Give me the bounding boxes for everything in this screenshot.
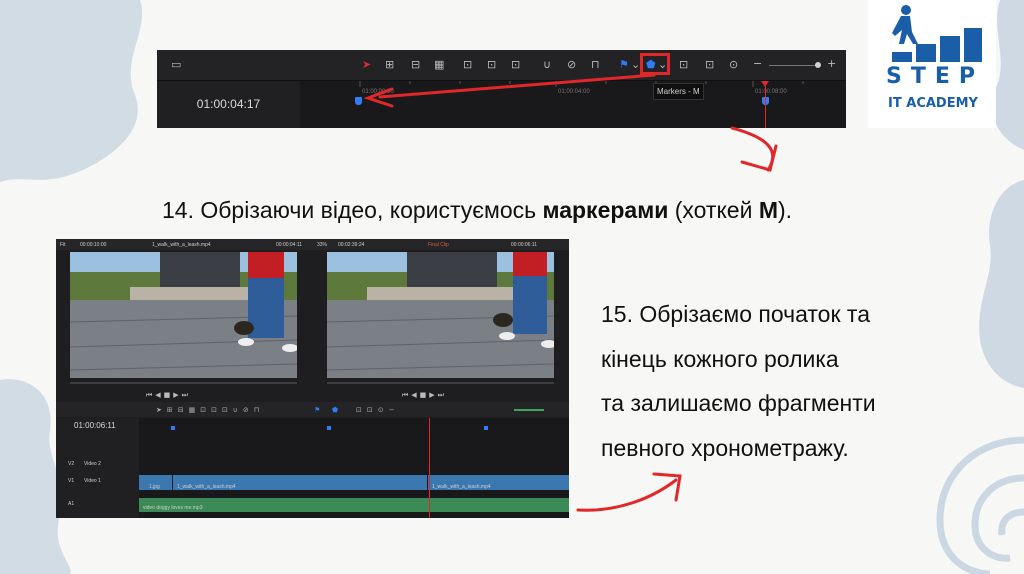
timeline-video-frame bbox=[327, 252, 554, 378]
caption-14-text: 14. Обрізаючи відео, користуємось bbox=[162, 197, 543, 223]
playhead-head[interactable] bbox=[761, 81, 769, 87]
timeline-ruler[interactable]: 01:00:00:00 01:00:04:00 01:00:08:00 bbox=[300, 81, 846, 128]
audio-clip-name: video doggy loves me.mp3 bbox=[143, 505, 203, 511]
swirl-bottom-right bbox=[936, 436, 1024, 574]
lock-icon[interactable]: ⊓ bbox=[591, 58, 600, 72]
track-a1-label: A1 bbox=[68, 501, 75, 507]
video-clip-2[interactable]: 1_walk_with_a_leash.mp4 bbox=[173, 475, 427, 490]
caption-step-14: 14. Обрізаючи відео, користуємось маркер… bbox=[162, 197, 792, 224]
step-it-academy-logo: STEP IT ACADEMY bbox=[868, 0, 996, 128]
timeline-marker[interactable] bbox=[171, 426, 175, 430]
timeline-marker[interactable] bbox=[484, 426, 488, 430]
audio-clip[interactable]: video doggy loves me.mp3 bbox=[139, 498, 569, 512]
zoom-icons[interactable]: ⊡⊡⊙− bbox=[356, 403, 399, 417]
blob-top-left bbox=[0, 0, 143, 182]
flag-icon[interactable]: ⚑ bbox=[314, 403, 320, 417]
chevron-down-icon[interactable]: ⌄ bbox=[631, 58, 640, 72]
zoom-in-icon[interactable]: + bbox=[827, 57, 836, 71]
zoom-out-icon[interactable]: − bbox=[753, 57, 762, 71]
zoom-slider-handle[interactable] bbox=[815, 62, 821, 68]
timeline-scrubber[interactable] bbox=[327, 382, 554, 384]
track-v2-label: V2 bbox=[68, 461, 75, 467]
zoom-detail-icon[interactable]: ⊡ bbox=[705, 58, 714, 72]
caption-15-line: 15. Обрізаємо початок та bbox=[601, 301, 870, 327]
timeline-name[interactable]: Final Clip bbox=[428, 242, 449, 248]
viewer-header: Fit 00:00:10:00 1_walk_with_a_leash.mp4 … bbox=[56, 239, 569, 250]
edit-tools-icons[interactable]: ➤⊞⊟▦⊡⊡⊡∪⊘⊓ bbox=[156, 403, 264, 417]
caption-15-line: певного хронометражу. bbox=[601, 434, 849, 461]
resolve-toolbar-screenshot: ▭ ➤ ⊞ ⊟ ▦ ⊡ ⊡ ⊡ ∪ ⊘ ⊓ ⚑ ⌄ ⬟ ⌄ ⊡ ⊡ ⊙ − + … bbox=[157, 50, 846, 128]
insert-clip-icon[interactable]: ⊡ bbox=[463, 58, 472, 72]
caption-step-15: 15. Обрізаємо початок та кінець кожного … bbox=[601, 292, 876, 470]
source-zoom[interactable]: Fit bbox=[60, 242, 66, 248]
source-transport-controls[interactable]: ⏮◀■▶⏭ bbox=[146, 388, 191, 402]
caption-14-bold-markers: маркерами bbox=[542, 197, 669, 223]
timeline-tracks[interactable]: 1.jpg 1_walk_with_a_leash.mp4 1_walk_wit… bbox=[139, 418, 569, 518]
timeline-playhead[interactable] bbox=[429, 418, 430, 518]
timeline-zoom[interactable]: 33% bbox=[317, 242, 327, 248]
layout-icon[interactable]: ▭ bbox=[171, 58, 181, 72]
timeline-duration: 00:02:39:24 bbox=[338, 242, 365, 248]
toolbar-timecode: 01:00:04:17 bbox=[157, 81, 300, 128]
logo-academy-text: IT ACADEMY bbox=[888, 96, 978, 111]
caption-15-line: кінець кожного ролика bbox=[601, 345, 839, 372]
audio-meter bbox=[514, 409, 544, 411]
caption-15-line: та залишаємо фрагменти bbox=[601, 390, 876, 416]
video-clip-3[interactable]: 1_walk_with_a_leash.mp4 bbox=[428, 475, 569, 490]
logo-step-letters: STEP bbox=[886, 64, 982, 90]
blade-icon[interactable]: ▦ bbox=[434, 58, 444, 72]
resolve-editor-screenshot: Fit 00:00:10:00 1_walk_with_a_leash.mp4 … bbox=[56, 239, 569, 518]
caption-14-bold-key: М bbox=[758, 197, 778, 223]
blob-right bbox=[979, 180, 1024, 388]
logo-step-text: STEP bbox=[886, 64, 985, 89]
timeline-position: 00:00:06:11 bbox=[511, 242, 538, 248]
source-viewer[interactable] bbox=[70, 252, 297, 378]
snapping-icon[interactable]: ∪ bbox=[543, 58, 551, 72]
trim-edit-icon[interactable]: ⊞ bbox=[385, 58, 394, 72]
replace-clip-icon[interactable]: ⊡ bbox=[511, 58, 520, 72]
blob-top-right bbox=[991, 0, 1024, 150]
marker-icon[interactable]: ⬟ bbox=[332, 403, 338, 417]
dynamic-trim-icon[interactable]: ⊟ bbox=[411, 58, 420, 72]
video-clip-2-name: 1_walk_with_a_leash.mp4 bbox=[177, 484, 236, 490]
marker-highlight-box bbox=[640, 53, 670, 75]
markers-tooltip: Markers - M bbox=[653, 83, 704, 100]
source-scrubber[interactable] bbox=[70, 382, 297, 384]
playhead-line[interactable] bbox=[765, 81, 766, 128]
track-v2-name: Video 2 bbox=[84, 461, 101, 467]
source-timecode: 00:00:10:00 bbox=[80, 242, 107, 248]
overwrite-clip-icon[interactable]: ⊡ bbox=[487, 58, 496, 72]
timeline-viewer[interactable] bbox=[327, 252, 554, 378]
video-clip-1[interactable]: 1.jpg bbox=[139, 475, 172, 490]
caption-14-text: ). bbox=[778, 197, 793, 223]
source-video-frame bbox=[70, 252, 297, 378]
zoom-custom-icon[interactable]: ⊙ bbox=[729, 58, 738, 72]
timeline-marker[interactable] bbox=[327, 426, 331, 430]
video-clip-3-name: 1_walk_with_a_leash.mp4 bbox=[432, 484, 491, 490]
timeline-header: 01:00:06:11 V2 Video 2 V1 Video 1 A1 bbox=[56, 418, 139, 518]
source-position: 00:00:04:11 bbox=[276, 242, 303, 248]
track-v1-label: V1 bbox=[68, 478, 75, 484]
video-clip-1-name: 1.jpg bbox=[149, 484, 160, 490]
toolbar-row: ▭ ➤ ⊞ ⊟ ▦ ⊡ ⊡ ⊡ ∪ ⊘ ⊓ ⚑ ⌄ ⬟ ⌄ ⊡ ⊡ ⊙ − + bbox=[157, 50, 846, 81]
zoom-full-icon[interactable]: ⊡ bbox=[679, 58, 688, 72]
caption-14-text: (хоткей bbox=[668, 197, 759, 223]
edit-toolbar: ➤⊞⊟▦⊡⊡⊡∪⊘⊓ ⚑ ⬟ ⊡⊡⊙− bbox=[56, 402, 569, 417]
track-v1-name: Video 1 bbox=[84, 478, 101, 484]
source-clip-name: 1_walk_with_a_leash.mp4 bbox=[152, 242, 211, 248]
timeline-transport-controls[interactable]: ⏮◀■▶⏭ bbox=[402, 388, 447, 402]
marker-1[interactable] bbox=[355, 97, 362, 105]
zoom-slider-track[interactable] bbox=[769, 65, 817, 66]
selection-arrow-icon[interactable]: ➤ bbox=[362, 58, 371, 72]
flag-icon[interactable]: ⚑ bbox=[619, 58, 629, 72]
link-icon[interactable]: ⊘ bbox=[567, 58, 576, 72]
timeline-timecode: 01:00:06:11 bbox=[74, 421, 116, 430]
